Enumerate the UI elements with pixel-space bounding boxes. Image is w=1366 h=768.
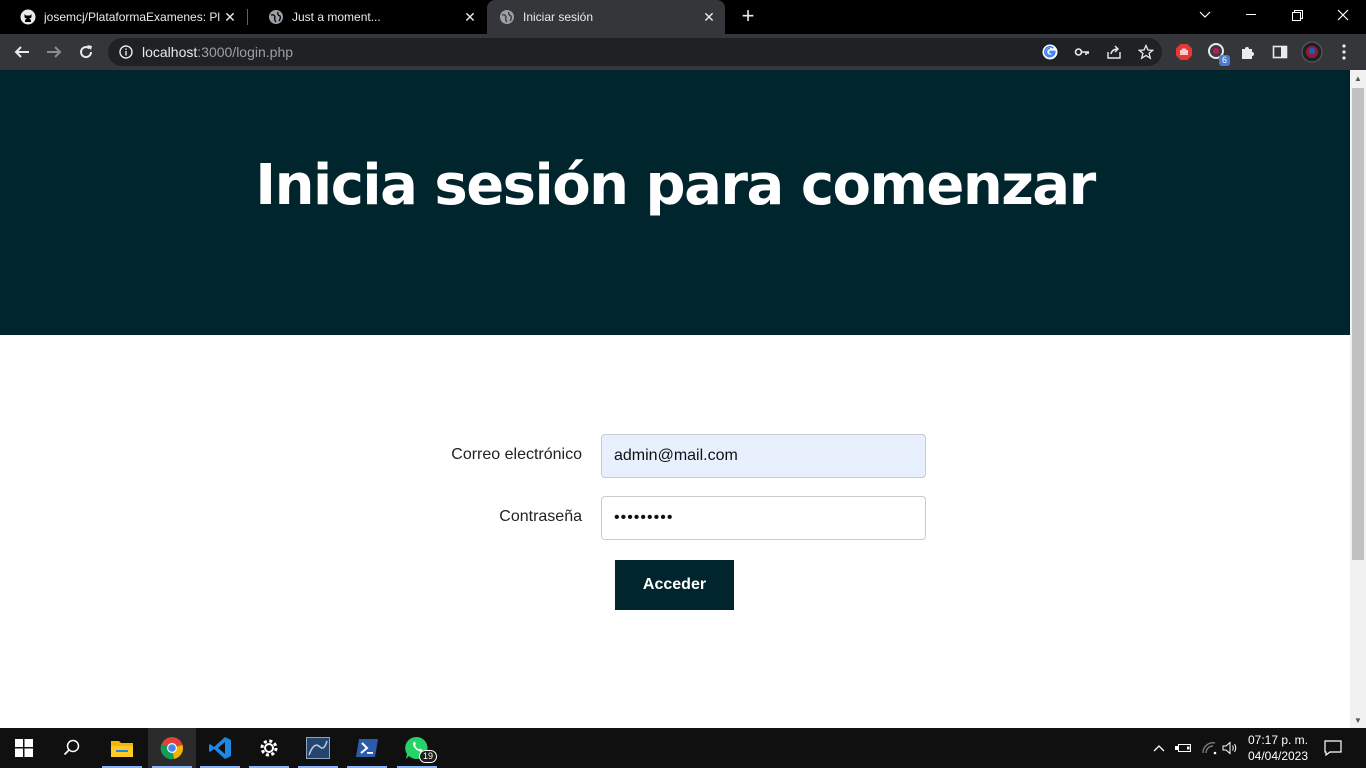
key-icon[interactable] — [1066, 38, 1098, 66]
share-icon[interactable] — [1098, 38, 1130, 66]
email-field[interactable] — [601, 434, 926, 478]
email-row: Correo electrónico — [0, 434, 1350, 478]
bookmark-star-icon[interactable] — [1130, 38, 1162, 66]
globe-icon — [268, 9, 284, 25]
address-bar-actions — [1034, 38, 1162, 66]
hero-banner: Inicia sesión para comenzar — [0, 70, 1350, 335]
login-button[interactable]: Acceder — [615, 560, 734, 610]
powershell-icon[interactable] — [343, 728, 391, 768]
tab-title: Iniciar sesión — [523, 10, 594, 24]
close-tab-icon[interactable]: ✕ — [699, 7, 719, 27]
password-field[interactable] — [601, 496, 926, 540]
adblock-extension-icon[interactable] — [1172, 40, 1196, 64]
side-panel-icon[interactable] — [1268, 40, 1292, 64]
settings-gear-icon[interactable] — [245, 728, 293, 768]
whatsapp-notification-badge: 19 — [418, 750, 437, 763]
file-explorer-icon[interactable] — [98, 728, 146, 768]
page-title: Inicia sesión para comenzar — [255, 153, 1096, 218]
info-icon[interactable] — [118, 44, 134, 60]
tab-github[interactable]: josemcj/PlataformaExamenes: Pla ✕ — [0, 0, 246, 34]
clock-time: 07:17 p. m. — [1247, 733, 1309, 747]
url-host: localhost — [142, 44, 198, 60]
chrome-icon[interactable] — [148, 728, 196, 768]
tab-title: Just a moment... — [292, 10, 381, 24]
scrollbar-thumb[interactable] — [1352, 88, 1364, 560]
tab-iniciar-sesion[interactable]: Iniciar sesión ✕ — [487, 0, 725, 34]
tab-strip: josemcj/PlataformaExamenes: Pla ✕ Just a… — [0, 0, 1366, 34]
show-hidden-icons-icon[interactable] — [1150, 728, 1168, 768]
battery-icon[interactable] — [1172, 728, 1194, 768]
url-path: :3000/login.php — [197, 44, 294, 60]
globe-icon — [499, 9, 515, 25]
mysql-workbench-icon[interactable] — [294, 728, 342, 768]
scroll-down-arrow-icon[interactable]: ▼ — [1350, 712, 1366, 728]
forward-icon[interactable] — [42, 40, 66, 64]
close-tab-icon[interactable]: ✕ — [220, 7, 240, 27]
email-label: Correo electrónico — [451, 446, 582, 463]
windows-taskbar: 19 07:17 p. m. 04/04/2023 — [0, 728, 1366, 768]
notifications-icon[interactable] — [1318, 728, 1348, 768]
back-icon[interactable] — [10, 40, 34, 64]
network-icon[interactable] — [1198, 728, 1220, 768]
restore-button[interactable] — [1274, 0, 1320, 30]
url-text[interactable]: localhost:3000/login.php — [142, 44, 293, 60]
extensions-puzzle-icon[interactable] — [1236, 40, 1260, 64]
volume-icon[interactable] — [1220, 728, 1240, 768]
extension-badge: 6 — [1218, 55, 1230, 66]
vscode-icon[interactable] — [196, 728, 244, 768]
close-window-button[interactable] — [1320, 0, 1366, 30]
address-bar[interactable]: localhost:3000/login.php — [108, 38, 1162, 66]
password-row: Contraseña — [0, 496, 1350, 540]
reload-icon[interactable] — [74, 40, 98, 64]
google-icon[interactable] — [1034, 38, 1066, 66]
clock-date: 04/04/2023 — [1247, 749, 1309, 763]
extension-icon[interactable]: 6 — [1204, 40, 1230, 66]
new-tab-button[interactable]: + — [736, 5, 760, 29]
scroll-up-arrow-icon[interactable]: ▲ — [1350, 70, 1366, 86]
windows-start-icon[interactable] — [0, 728, 48, 768]
tab-title: josemcj/PlataformaExamenes: Pla — [44, 10, 220, 24]
profile-avatar-icon[interactable] — [1300, 40, 1324, 64]
chrome-menu-icon[interactable] — [1332, 40, 1356, 64]
system-clock[interactable]: 07:17 p. m. 04/04/2023 — [1240, 732, 1316, 764]
github-icon — [20, 9, 36, 25]
search-icon[interactable] — [48, 728, 96, 768]
tab-just-a-moment[interactable]: Just a moment... ✕ — [248, 0, 486, 34]
minimize-button[interactable] — [1228, 0, 1274, 30]
whatsapp-icon[interactable]: 19 — [393, 728, 441, 768]
close-tab-icon[interactable]: ✕ — [460, 7, 480, 27]
tab-search-icon[interactable] — [1182, 0, 1228, 30]
password-label: Contraseña — [499, 508, 582, 525]
browser-toolbar: localhost:3000/login.php 6 — [0, 34, 1366, 70]
page-viewport: Inicia sesión para comenzar Correo elect… — [0, 70, 1350, 728]
